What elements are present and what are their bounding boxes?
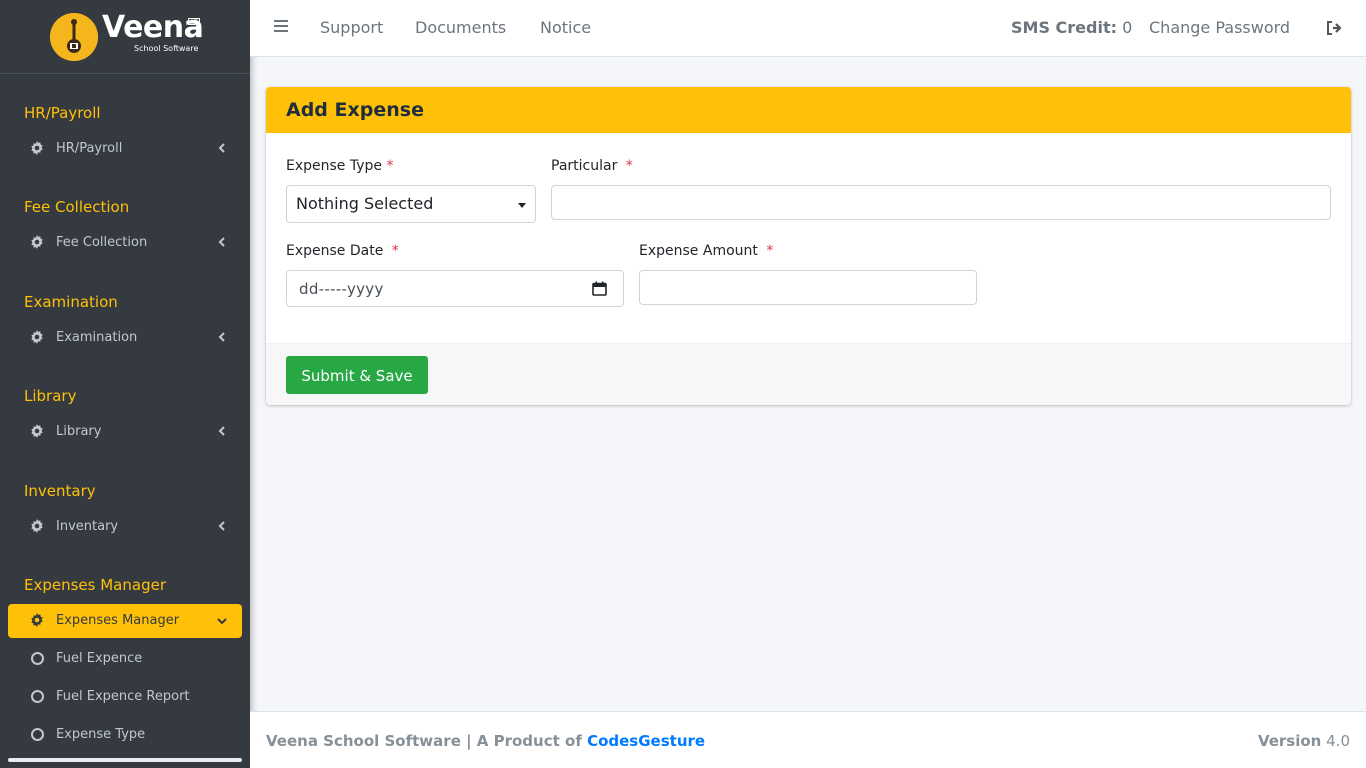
expense-date-input[interactable]: dd-----yyyy [286, 270, 624, 307]
required-mark: * [386, 158, 394, 174]
sidebar-item-expenses-manager[interactable]: Expenses Manager [8, 604, 242, 638]
expense-type-select[interactable]: Nothing Selected [286, 185, 536, 223]
sidebar-item-label: Library [56, 424, 102, 439]
sidebar-item-label: HR/Payroll [56, 141, 123, 156]
footer-credit: Veena School Software | A Product of Cod… [266, 731, 705, 751]
sidebar-item-fee-collection[interactable]: Fee Collection [8, 226, 242, 260]
nav-header-hr-payroll: HR/Payroll [24, 104, 101, 122]
expense-type-label-text: Expense Type [286, 158, 383, 174]
required-mark: * [766, 243, 774, 259]
notice-link[interactable]: Notice [540, 17, 591, 39]
version-value: 4.0 [1326, 732, 1350, 750]
expense-amount-label: Expense Amount * [639, 242, 773, 260]
gear-icon [31, 141, 43, 155]
documents-link[interactable]: Documents [415, 17, 506, 39]
sidebar-item-library[interactable]: Library [8, 415, 242, 449]
sidebar-item-label: Examination [56, 330, 138, 345]
version-label: Version [1257, 732, 1322, 750]
sidebar-subitem-expense-type[interactable]: Expense Type [8, 718, 242, 752]
required-mark: * [391, 243, 399, 259]
gear-icon [31, 235, 43, 249]
expense-type-value: Nothing Selected [296, 194, 434, 213]
codesgesture-link[interactable]: CodesGesture [587, 732, 705, 750]
card-header: Add Expense [266, 87, 1351, 133]
support-link[interactable]: Support [320, 17, 383, 39]
nav-header-fee-collection: Fee Collection [24, 198, 130, 216]
page-title: Add Expense [286, 99, 424, 121]
expense-date-label: Expense Date * [286, 242, 399, 260]
logout-icon[interactable] [1325, 19, 1343, 37]
footer-version: Version 4.0 [1258, 731, 1350, 751]
particular-label: Particular * [551, 157, 633, 175]
veena-logo-icon [50, 13, 98, 61]
circle-icon [31, 652, 44, 665]
sidebar: Veena TM School Software HR/Payroll HR/P… [0, 0, 250, 768]
expense-date-label-text: Expense Date [286, 243, 384, 259]
expense-amount-label-text: Expense Amount [639, 243, 758, 259]
particular-label-text: Particular [551, 158, 618, 174]
chevron-left-icon [218, 237, 225, 247]
sidebar-item-examination[interactable]: Examination [8, 321, 242, 355]
sidebar-item-label: Fee Collection [56, 235, 148, 250]
caret-down-icon [518, 203, 526, 208]
page-footer: Veena School Software | A Product of Cod… [250, 711, 1366, 768]
add-expense-card: Add Expense Expense Type * Nothing Selec… [266, 87, 1351, 405]
sidebar-subitem-label: Fuel Expence [56, 651, 143, 666]
sidebar-item-inventary[interactable]: Inventary [8, 510, 242, 544]
top-navbar: Support Documents Notice SMS Credit: 0 C… [250, 0, 1366, 57]
sidebar-subitem-label: Fuel Expence Report [56, 689, 190, 704]
nav-header-expenses-manager: Expenses Manager [24, 576, 166, 594]
particular-input[interactable] [551, 185, 1331, 220]
hamburger-menu-icon[interactable] [274, 20, 288, 34]
required-mark: * [625, 158, 633, 174]
sidebar-subitem-fuel-expence-report[interactable]: Fuel Expence Report [8, 680, 242, 714]
submit-save-button[interactable]: Submit & Save [286, 356, 428, 394]
sidebar-subitem-fuel-expence[interactable]: Fuel Expence [8, 642, 242, 676]
expense-amount-input[interactable] [639, 270, 977, 305]
nav-header-examination: Examination [24, 293, 118, 311]
sidebar-scrollbar[interactable] [8, 758, 242, 762]
nav-header-inventary: Inventary [24, 482, 96, 500]
sidebar-item-hr-payroll[interactable]: HR/Payroll [8, 132, 242, 166]
gear-icon [31, 424, 43, 438]
nav-header-library: Library [24, 387, 77, 405]
expense-type-label: Expense Type * [286, 157, 393, 175]
chevron-left-icon [218, 426, 225, 436]
calendar-icon[interactable] [592, 281, 607, 296]
brand[interactable]: Veena TM School Software [0, 0, 250, 74]
gear-icon [31, 519, 43, 533]
brand-tagline: School Software [134, 44, 199, 53]
chevron-down-icon [217, 618, 227, 625]
sidebar-item-label: Inventary [56, 519, 119, 534]
sms-credit-label: SMS Credit: [1011, 18, 1118, 37]
brand-name: Veena [102, 10, 204, 45]
sms-credit-value: 0 [1122, 18, 1133, 37]
trademark-badge: TM [188, 18, 200, 25]
expense-date-placeholder: dd-----yyyy [299, 280, 384, 298]
chevron-left-icon [218, 143, 225, 153]
change-password-link[interactable]: Change Password [1149, 17, 1290, 39]
circle-icon [31, 728, 44, 741]
chevron-left-icon [218, 521, 225, 531]
sms-credit: SMS Credit: 0 [1011, 17, 1132, 39]
chevron-left-icon [218, 332, 225, 342]
sidebar-subitem-label: Expense Type [56, 727, 146, 742]
footer-text: Veena School Software | A Product of [266, 732, 582, 750]
card-footer: Submit & Save [266, 343, 1351, 405]
gear-icon [31, 613, 43, 627]
sidebar-item-label: Expenses Manager [56, 613, 180, 628]
circle-icon [31, 690, 44, 703]
gear-icon [31, 330, 43, 344]
